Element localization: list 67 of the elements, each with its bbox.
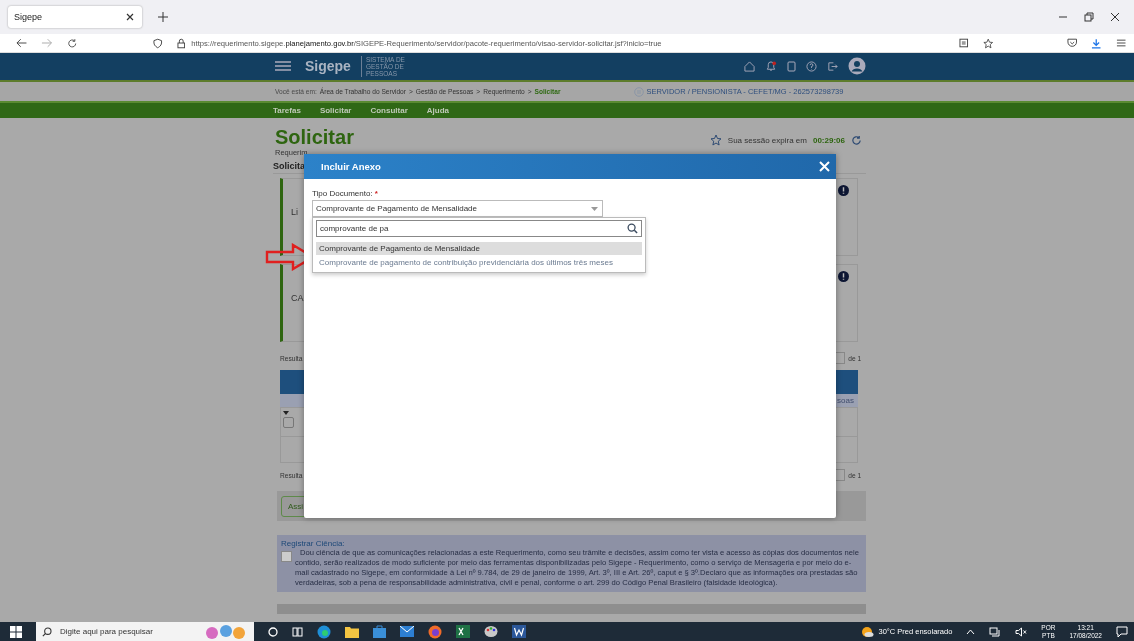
search-field[interactable]: comprovante de pa — [316, 220, 642, 237]
info-icon — [838, 271, 849, 282]
search-icon[interactable] — [627, 223, 638, 234]
notifications-icon[interactable] — [1116, 625, 1128, 638]
logout-icon[interactable] — [827, 61, 838, 72]
windows-start-icon[interactable] — [10, 625, 22, 638]
bell-icon[interactable] — [765, 61, 777, 72]
consent-checkbox[interactable] — [281, 551, 292, 562]
nav-menu-item[interactable]: Solicitar — [319, 106, 352, 115]
session-timer: 00:29:06 — [812, 135, 845, 145]
user-avatar-icon[interactable] — [848, 57, 866, 76]
page-title: Solicitar — [275, 126, 354, 148]
star-icon[interactable] — [982, 37, 993, 49]
document-icon[interactable] — [787, 61, 796, 72]
chevron-up-icon[interactable] — [966, 628, 976, 635]
store-icon[interactable] — [373, 625, 386, 638]
dropdown-option[interactable]: Comprovante de pagamento de contribuição previdenciária dos últimos três meses — [316, 256, 642, 269]
cortana-icon[interactable] — [268, 626, 278, 637]
card-text: Li — [291, 207, 298, 217]
folder-icon[interactable] — [345, 625, 359, 638]
star-icon[interactable] — [709, 134, 722, 146]
close-icon[interactable] — [1110, 12, 1120, 22]
refresh-icon[interactable] — [851, 134, 862, 146]
nav-menu-item[interactable]: Consultar — [370, 106, 408, 115]
speaker-icon[interactable] — [1015, 626, 1028, 637]
reader-icon[interactable] — [959, 38, 969, 48]
edge-icon[interactable] — [317, 624, 331, 639]
reload-icon[interactable] — [66, 37, 78, 49]
caret-icon — [591, 206, 598, 211]
download-icon[interactable] — [1091, 37, 1102, 49]
excel-icon[interactable] — [456, 625, 470, 638]
network-icon[interactable] — [989, 626, 1002, 637]
shield-icon[interactable] — [153, 37, 163, 49]
browser-tab[interactable]: Sigepe — [8, 6, 142, 28]
nav-menu-item[interactable]: Tarefas — [273, 106, 301, 115]
word-icon[interactable] — [512, 625, 526, 638]
restore-icon[interactable] — [1084, 12, 1094, 22]
session-label: Sua sessão expira em — [727, 135, 807, 145]
document-type-select[interactable]: Comprovante de Pagamento de Mensalidade — [312, 200, 603, 217]
field-label: Tipo Documento: * — [312, 189, 379, 198]
home-icon[interactable] — [744, 61, 755, 72]
modal-title: Incluir Anexo — [321, 161, 381, 172]
mail-icon[interactable] — [400, 626, 414, 637]
search-icon — [42, 626, 52, 637]
row-checkbox[interactable] — [283, 417, 294, 428]
close-icon[interactable] — [126, 13, 134, 21]
id-badge-icon — [633, 86, 644, 97]
info-icon — [838, 185, 849, 196]
task-view-icon[interactable] — [292, 626, 303, 637]
dropdown-option[interactable]: Comprovante de Pagamento de Mensalidade — [316, 242, 642, 255]
pocket-icon[interactable] — [1066, 38, 1078, 48]
lock-icon[interactable] — [176, 37, 186, 49]
column-header: soas — [837, 396, 854, 405]
new-tab-icon[interactable] — [158, 12, 168, 22]
weather-sun-icon — [861, 625, 875, 638]
nav-menu-item[interactable]: Ajuda — [426, 106, 450, 115]
firefox-icon[interactable] — [428, 624, 442, 639]
taskbar-search-field[interactable]: Digite aqui para pesquisar — [36, 622, 254, 641]
menu-icon[interactable] — [275, 61, 291, 72]
caret-icon[interactable] — [283, 411, 289, 415]
palette-icon[interactable] — [484, 625, 498, 638]
card-text: CA — [291, 293, 304, 303]
menu-icon[interactable] — [1115, 38, 1126, 48]
help-icon[interactable] — [806, 61, 817, 72]
logo-text: Sigepe — [305, 58, 351, 75]
consent-title: Registrar Ciência: — [281, 539, 346, 548]
back-icon[interactable] — [16, 38, 28, 48]
